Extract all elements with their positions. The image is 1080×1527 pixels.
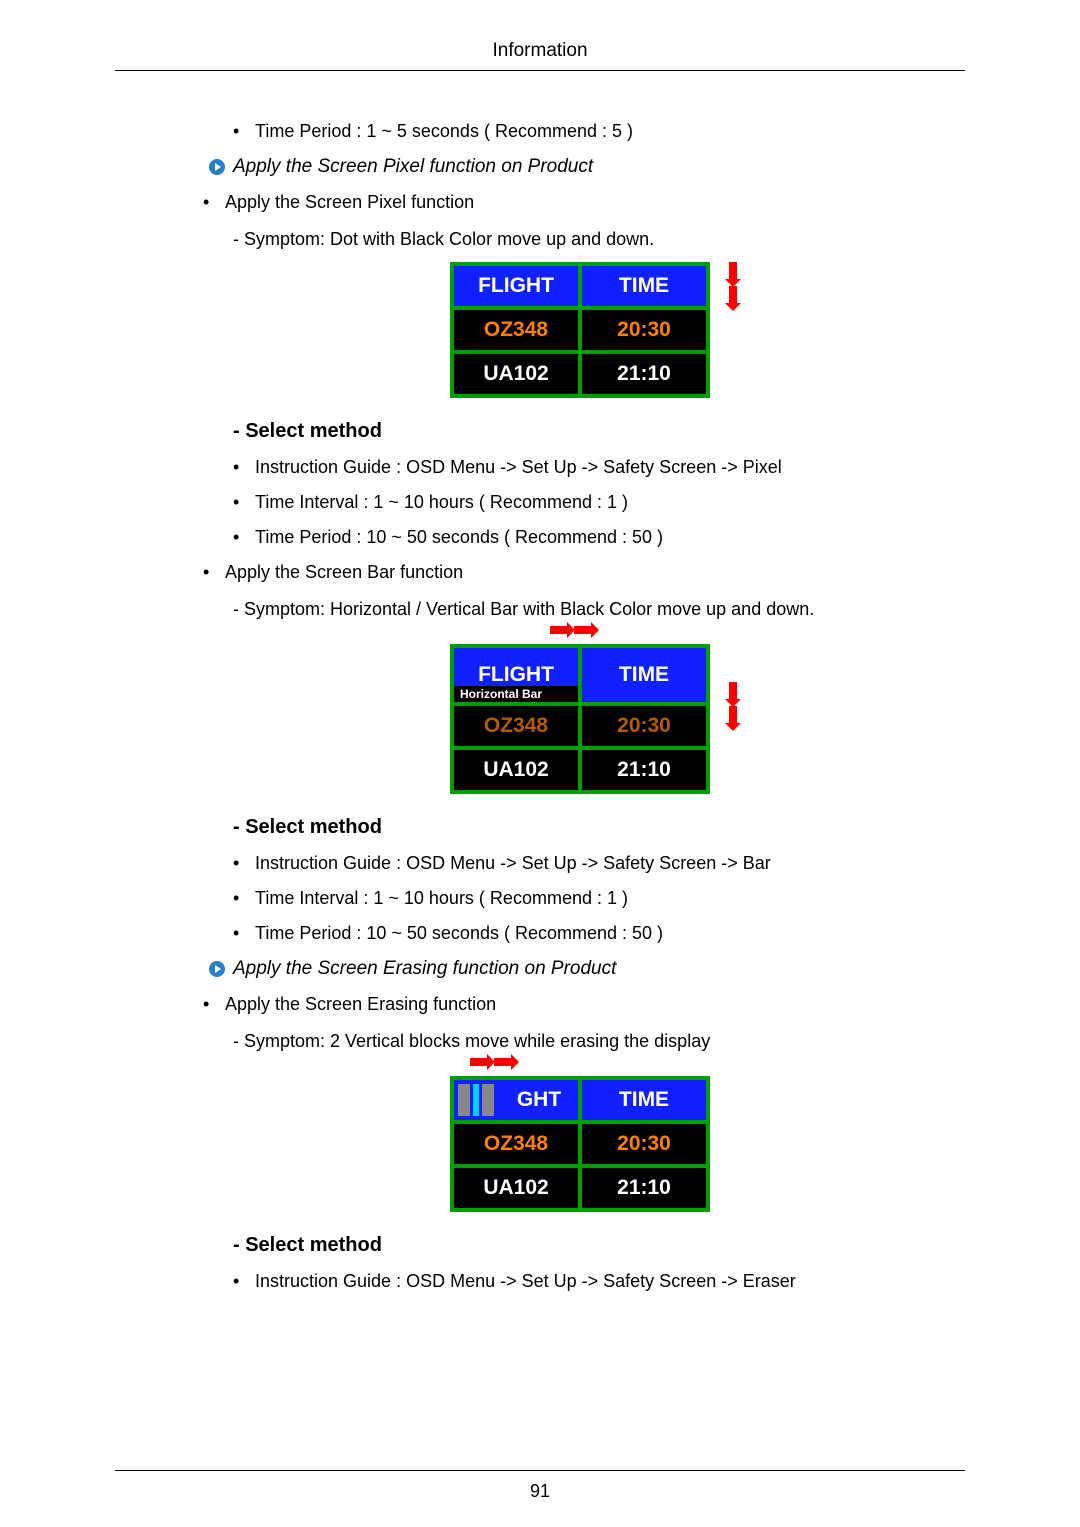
arrow-right-icon [209,961,225,977]
bar-symptom: - Symptom: Horizontal / Vertical Bar wit… [233,599,965,620]
table-header-time: TIME [580,646,708,704]
arrow-down-icon [726,262,740,310]
arrow-right-icon [209,159,225,175]
table-cell-time-2: 21:10 [580,352,708,396]
pixel-instruction: Instruction Guide : OSD Menu -> Set Up -… [233,457,965,478]
erasing-symptom: - Symptom: 2 Vertical blocks move while … [233,1031,965,1052]
erase-blocks [458,1084,494,1116]
table-cell-time-2: 21:10 [580,748,708,792]
flight-table-bar: FLIGHT Horizontal Bar TIME OZ348 20:30 U… [195,644,965,794]
select-method-heading-1: - Select method [233,420,965,443]
select-method-heading-3: - Select method [233,1234,965,1257]
bar-period: Time Period : 10 ~ 50 seconds ( Recommen… [233,923,965,944]
bar-interval: Time Interval : 1 ~ 10 hours ( Recommend… [233,888,965,909]
pixel-period2: Time Period : 10 ~ 50 seconds ( Recommen… [233,527,965,548]
select-method-heading-2: - Select method [233,816,965,839]
table-cell-flight-2: UA102 [452,1166,580,1210]
table-cell-time-1: 20:30 [580,308,708,352]
main-content: Time Period : 1 ~ 5 seconds ( Recommend … [195,121,965,1292]
table-cell-time-1: 20:30 [580,1122,708,1166]
page-number: 91 [115,1470,965,1502]
arrow-right-group-icon [550,626,592,634]
apply-bar-item: Apply the Screen Bar function [195,562,965,583]
erasing-instruction: Instruction Guide : OSD Menu -> Set Up -… [233,1271,965,1292]
apply-pixel-item: Apply the Screen Pixel function [195,192,965,213]
apply-pixel-heading: Apply the Screen Pixel function on Produ… [209,156,965,178]
arrow-right-group-icon [470,1058,512,1066]
arrow-down-icon [726,682,740,730]
apply-erasing-heading: Apply the Screen Erasing function on Pro… [209,958,965,980]
apply-erasing-heading-text: Apply the Screen Erasing function on Pro… [233,958,616,980]
flight-table-pixel: FLIGHT TIME OZ348 20:30 UA102 21:10 [195,262,965,398]
page-header-title: Information [115,40,965,71]
table-header-flight-erased: GHT [452,1078,580,1122]
horizontal-bar-label: Horizontal Bar [454,686,578,702]
pixel-interval: Time Interval : 1 ~ 10 hours ( Recommend… [233,492,965,513]
apply-erasing-item: Apply the Screen Erasing function [195,994,965,1015]
table-cell-flight-2: UA102 [452,352,580,396]
bar-instruction: Instruction Guide : OSD Menu -> Set Up -… [233,853,965,874]
table-cell-flight-2: UA102 [452,748,580,792]
table-cell-flight-1: OZ348 [452,704,580,748]
table-header-flight: FLIGHT Horizontal Bar [452,646,580,704]
table-cell-time-2: 21:10 [580,1166,708,1210]
table-header-flight: FLIGHT [452,264,580,308]
page-footer: 91 [115,1470,965,1502]
table-header-time: TIME [580,264,708,308]
table-cell-time-1: 20:30 [580,704,708,748]
time-period-text: Time Period : 1 ~ 5 seconds ( Recommend … [233,121,965,142]
table-header-time: TIME [580,1078,708,1122]
pixel-symptom: - Symptom: Dot with Black Color move up … [233,229,965,250]
apply-pixel-heading-text: Apply the Screen Pixel function on Produ… [233,156,593,178]
table-cell-flight-1: OZ348 [452,1122,580,1166]
table-header-flight-text: FLIGHT [455,663,577,687]
flight-table-erasing: GHT TIME OZ348 20:30 UA102 21:10 [195,1076,965,1212]
table-cell-flight-1: OZ348 [452,308,580,352]
